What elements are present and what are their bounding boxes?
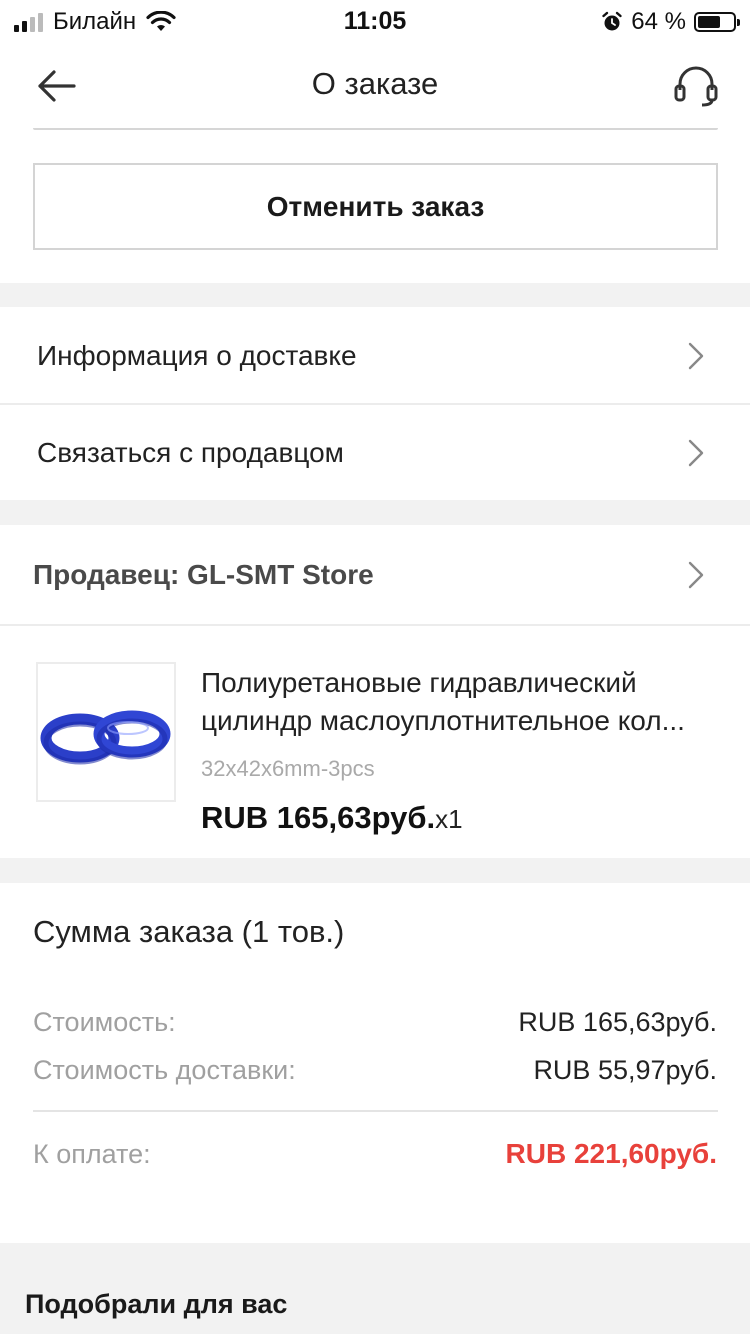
product-title-line: цилиндр маслоуплотнительное кол... [201,705,685,736]
shipping-cost-value: RUB 55,97руб. [533,1055,717,1085]
page-title: О заказе [311,66,439,101]
product-price-line: RUB 165,63руб.x1 [201,800,463,836]
battery-percent: 64 % [631,8,686,35]
product-title-line: Полиуретановые гидравлический [201,667,637,698]
delivery-info-label: Информация о доставке [37,339,357,371]
total-value: RUB 221,60руб. [505,1138,717,1169]
cancel-order-button[interactable]: Отменить заказ [33,163,718,250]
summary-divider [33,1110,718,1112]
seal-rings-icon [40,710,171,765]
alarm-clock-icon [602,11,622,31]
contact-seller-label: Связаться с продавцом [37,436,344,468]
status-bar: Билайн 11:05 64 % [0,0,750,42]
battery-icon [694,12,740,32]
shipping-cost-label: Стоимость доставки: [33,1055,296,1085]
headset-icon[interactable] [672,64,720,108]
chevron-right-icon [688,342,704,369]
contact-seller-row[interactable]: Связаться с продавцом [0,405,750,500]
product-price: RUB 165,63руб. [201,800,436,835]
seller-row[interactable]: Продавец: GL-SMT Store [0,525,750,624]
product-quantity: x1 [435,804,463,834]
row-divider [0,624,750,626]
section-gap [0,500,750,525]
section-gap [0,283,750,307]
product-title[interactable]: Полиуретановые гидравлический цилиндр ма… [201,664,721,740]
section-gap [0,858,750,883]
product-variant: 32x42x6mm-3pcs [201,756,375,781]
status-right: 64 % [601,8,740,36]
recommendations-section: Подобрали для вас [0,1243,750,1334]
order-summary-title: Сумма заказа (1 тов.) [33,914,345,949]
chevron-right-icon [688,561,704,588]
recommendations-title: Подобрали для вас [25,1289,288,1319]
cost-label: Стоимость: [33,1007,176,1037]
chevron-right-icon [688,439,704,466]
top-card-border [33,128,718,130]
cost-value: RUB 165,63руб. [518,1007,717,1037]
total-label: К оплате: [33,1139,151,1169]
delivery-info-row[interactable]: Информация о доставке [0,307,750,404]
product-image[interactable] [36,662,176,802]
seller-name: Продавец: GL-SMT Store [33,558,374,590]
navigation-bar: О заказе [0,42,750,128]
